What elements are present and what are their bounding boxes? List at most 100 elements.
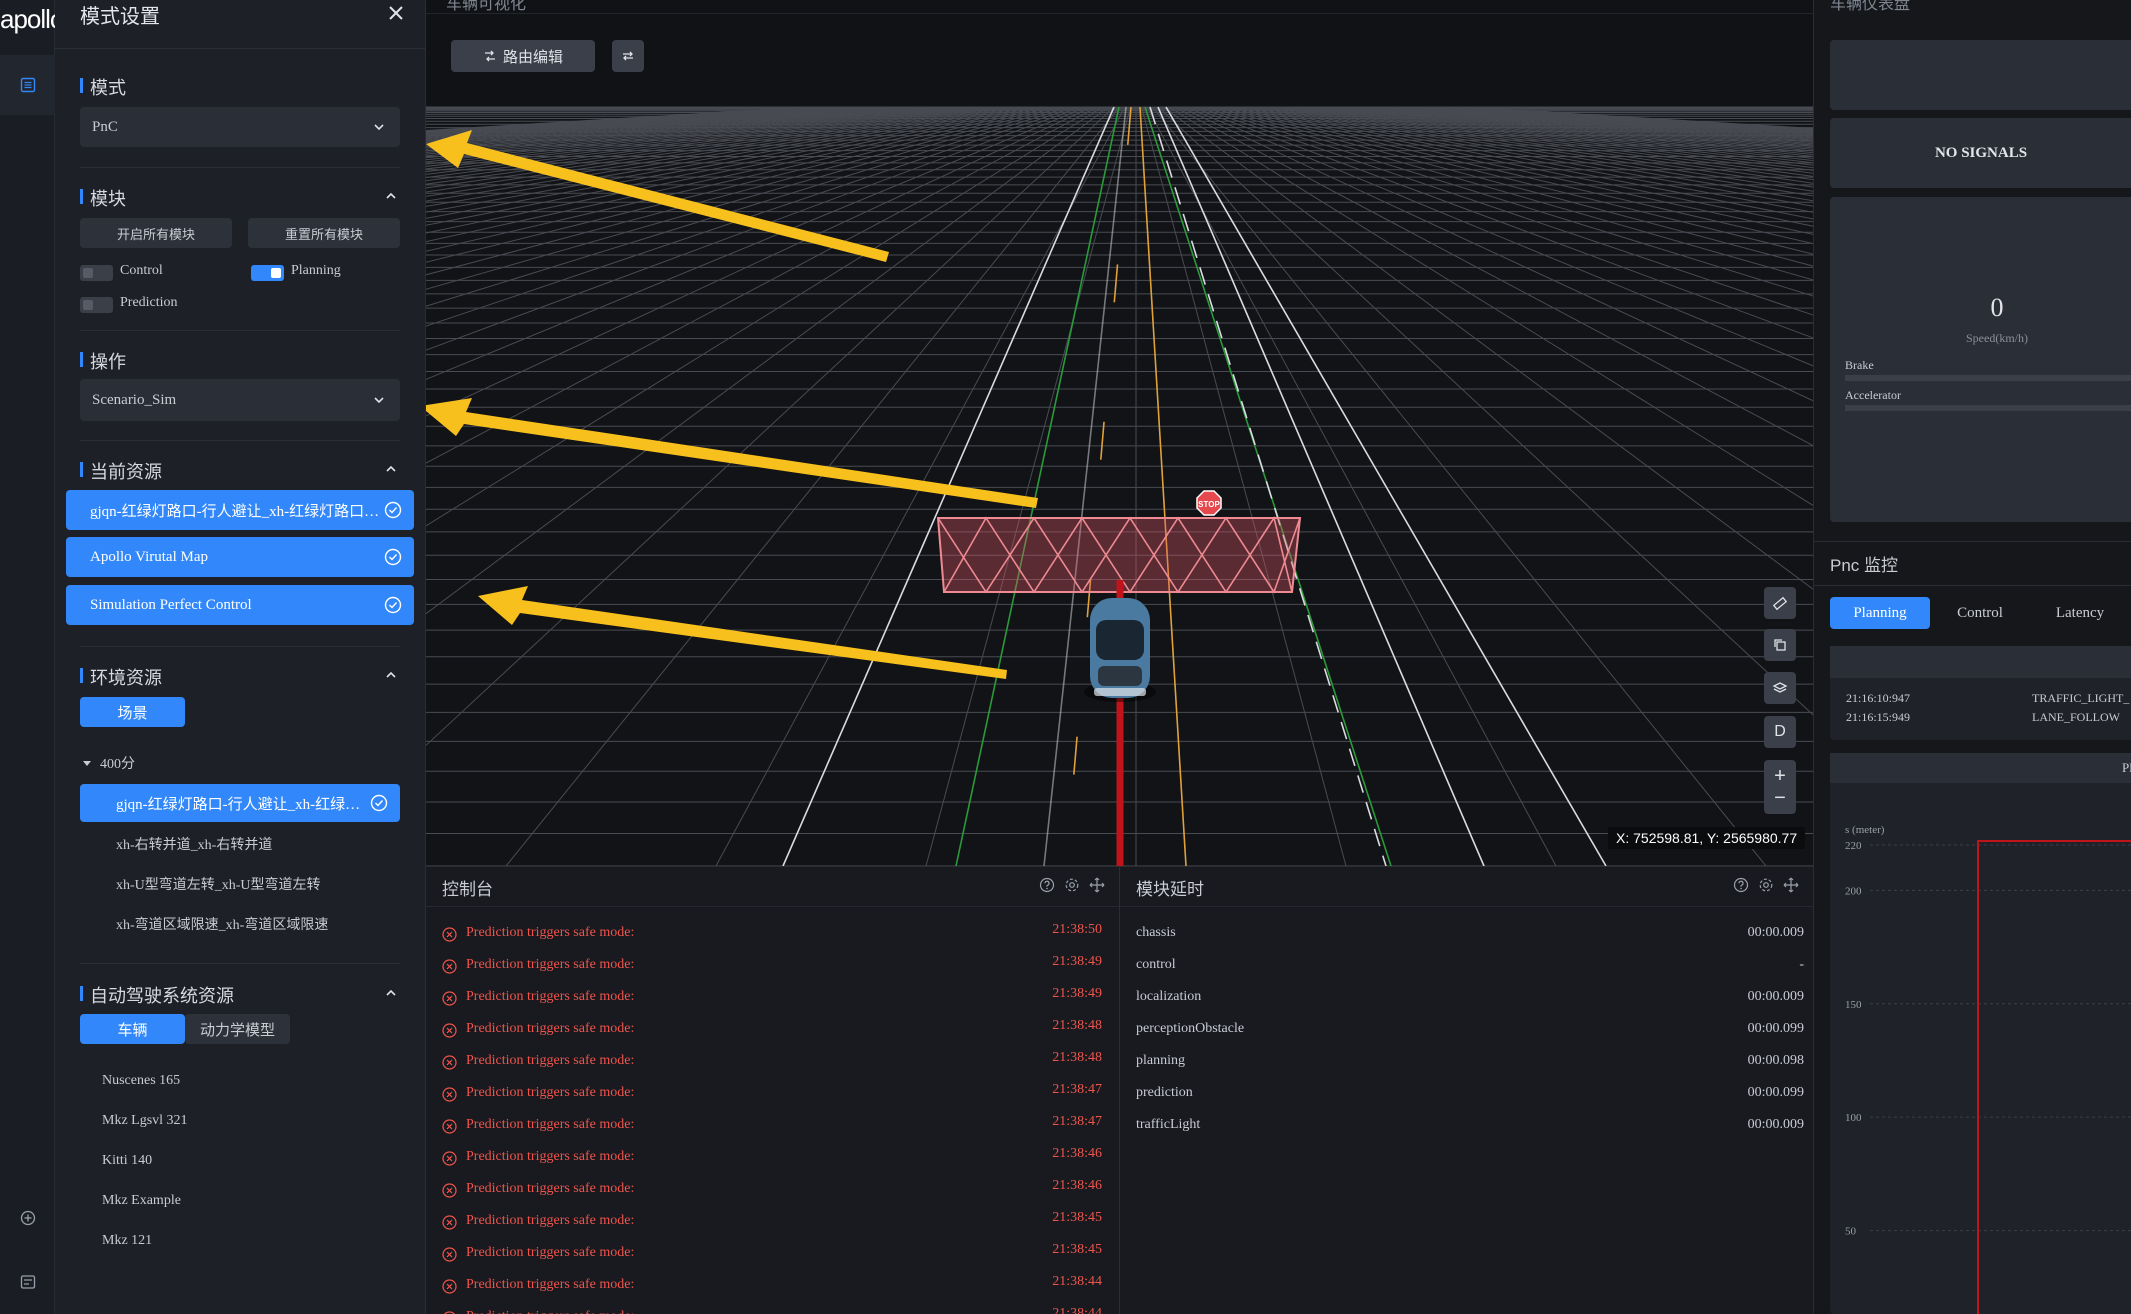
- latency-title: 模块延时: [1136, 880, 1204, 899]
- console-log-row: Prediction triggers safe mode: 21:38:50: [442, 922, 1102, 945]
- resource-label: Simulation Perfect Control: [90, 596, 252, 613]
- error-circle-icon: [442, 959, 457, 974]
- console-log-row: Prediction triggers safe mode: 21:38:45: [442, 1210, 1102, 1233]
- vehicle-item[interactable]: Nuscenes 165: [102, 1073, 180, 1089]
- selected-scenario-item[interactable]: gjqn-红绿灯路口-行人避让_xh-红绿灯路口-行人避让: [80, 784, 400, 822]
- console-log-row: Prediction triggers safe mode: 21:38:49: [442, 954, 1102, 977]
- signals-card: NO SIGNALS: [1830, 118, 2131, 188]
- vehicle-visualization[interactable]: 车辆可视化 STOP 路由编辑 D + − X: 752598.81, Y: 2…: [426, 0, 1813, 866]
- log-message: Prediction triggers safe mode:: [466, 1117, 635, 1132]
- st-chart[interactable]: s (meter) 220 200 150 100 50: [1830, 783, 2131, 1314]
- reset-all-modules-button[interactable]: 重置所有模块: [248, 218, 400, 248]
- chart-tick-label: 150: [1845, 999, 1862, 1011]
- close-button[interactable]: [383, 0, 409, 26]
- group-row[interactable]: 400分: [82, 753, 135, 773]
- check-circle-icon: [384, 548, 402, 566]
- vehicle-item[interactable]: Mkz 121: [102, 1233, 152, 1249]
- latency-module-name: prediction: [1136, 1085, 1193, 1100]
- scene-canvas[interactable]: STOP: [426, 0, 1813, 866]
- layers-button[interactable]: [1764, 672, 1796, 704]
- planning-toggle[interactable]: [251, 265, 284, 281]
- planning-toggle-label: Planning: [291, 263, 341, 278]
- zoom-out-button[interactable]: −: [1774, 788, 1786, 808]
- caret-down-icon: [83, 761, 91, 766]
- scenario-item[interactable]: xh-弯道区域限速_xh-弯道区域限速: [116, 914, 328, 934]
- error-circle-icon: [442, 1087, 457, 1102]
- latency-module-name: chassis: [1136, 925, 1176, 940]
- log-message: Prediction triggers safe mode:: [466, 1053, 635, 1068]
- log-time: 21:38:49: [1052, 954, 1102, 969]
- scenario-history-header: [1830, 646, 2131, 678]
- chevron-up-icon[interactable]: [384, 668, 398, 682]
- latency-module-name: localization: [1136, 989, 1202, 1004]
- chevron-up-icon[interactable]: [384, 189, 398, 203]
- console-log-row: Prediction triggers safe mode: 21:38:49: [442, 986, 1102, 1009]
- vehicle-tab[interactable]: 车辆: [80, 1014, 185, 1044]
- vehicle-item[interactable]: Mkz Lgsvl 321: [102, 1113, 188, 1129]
- settings-list-icon: [20, 1275, 35, 1289]
- chart-tick-label: 220: [1845, 840, 1862, 852]
- console-log-row: Prediction triggers safe mode: 21:38:47: [442, 1082, 1102, 1105]
- move-icon[interactable]: [1089, 877, 1105, 893]
- current-resource-item[interactable]: gjqn-红绿灯路口-行人避让_xh-红绿灯路口-行人避让: [66, 490, 414, 530]
- console-log-row: Prediction triggers safe mode: 21:38:44: [442, 1274, 1102, 1297]
- log-message: Prediction triggers safe mode:: [466, 1245, 635, 1260]
- chevron-up-icon[interactable]: [384, 986, 398, 1000]
- route-edit-button[interactable]: 路由编辑: [451, 40, 595, 72]
- gear-icon[interactable]: [1758, 877, 1774, 893]
- copy-button[interactable]: [1764, 629, 1796, 661]
- current-resource-item[interactable]: Apollo Virutal Map: [66, 537, 414, 577]
- check-circle-icon: [384, 596, 402, 614]
- help-icon[interactable]: [1039, 877, 1055, 893]
- latency-value: 00:00.098: [1747, 1053, 1804, 1068]
- divider: [80, 330, 400, 331]
- latency-row: perceptionObstacle 00:00.099: [1136, 1021, 1804, 1037]
- view-distance-button[interactable]: D: [1764, 716, 1796, 748]
- group-label: 400分: [100, 757, 135, 772]
- open-all-modules-button[interactable]: 开启所有模块: [80, 218, 232, 248]
- log-time: 21:38:46: [1052, 1146, 1102, 1161]
- pnc-tab-control[interactable]: Control: [1930, 597, 2030, 629]
- scene-tab[interactable]: 场景: [80, 697, 185, 727]
- log-message: Prediction triggers safe mode:: [466, 957, 635, 972]
- coordinate-readout: X: 752598.81, Y: 2565980.77: [1608, 827, 1806, 849]
- resource-nav[interactable]: [0, 1252, 55, 1312]
- vehicle-item[interactable]: Kitti 140: [102, 1153, 152, 1169]
- add-nav[interactable]: [0, 1188, 55, 1248]
- operation-select[interactable]: Scenario_Sim: [80, 379, 400, 421]
- log-time: 21:38:45: [1052, 1210, 1102, 1225]
- mode-settings-nav[interactable]: [0, 55, 55, 115]
- scenario-time: 21:16:10:947: [1846, 691, 1911, 705]
- chevron-up-icon[interactable]: [384, 462, 398, 476]
- move-icon[interactable]: [1783, 877, 1799, 893]
- mode-select[interactable]: PnC: [80, 107, 400, 147]
- console-log-row: Prediction triggers safe mode: 21:38:48: [442, 1018, 1102, 1041]
- stop-sign-icon: STOP: [1196, 490, 1222, 516]
- zoom-in-button[interactable]: +: [1774, 766, 1786, 786]
- route-toggle-button[interactable]: [612, 40, 644, 72]
- dynamics-model-tab[interactable]: 动力学模型: [185, 1014, 290, 1044]
- svg-text:STOP: STOP: [1198, 500, 1220, 509]
- route-edit-label: 路由编辑: [502, 48, 563, 66]
- current-resource-item[interactable]: Simulation Perfect Control: [66, 585, 414, 625]
- pnc-tab-latency[interactable]: Latency: [2030, 597, 2130, 629]
- scenario-item[interactable]: xh-右转并道_xh-右转并道: [116, 834, 272, 854]
- log-message: Prediction triggers safe mode:: [466, 1149, 635, 1164]
- error-circle-icon: [442, 1279, 457, 1294]
- gear-icon[interactable]: [1064, 877, 1080, 893]
- zoom-control[interactable]: + −: [1764, 760, 1796, 814]
- speed-value: 0: [1990, 293, 2004, 322]
- pnc-tab-planning[interactable]: Planning: [1830, 597, 1930, 629]
- console-log-row: Prediction triggers safe mode: 21:38:45: [442, 1242, 1102, 1265]
- vehicle-item[interactable]: Mkz Example: [102, 1193, 181, 1209]
- latency-value: -: [1799, 957, 1804, 972]
- control-toggle[interactable]: [80, 265, 113, 281]
- prediction-toggle[interactable]: [80, 297, 113, 313]
- accelerator-bar: [1845, 405, 2131, 411]
- ruler-button[interactable]: [1764, 587, 1796, 619]
- list-icon: [20, 77, 35, 93]
- scenario-time: 21:16:15:949: [1846, 710, 1911, 724]
- help-icon[interactable]: [1733, 877, 1749, 893]
- latency-value: 00:00.099: [1747, 1021, 1804, 1036]
- scenario-item[interactable]: xh-U型弯道左转_xh-U型弯道左转: [116, 874, 321, 894]
